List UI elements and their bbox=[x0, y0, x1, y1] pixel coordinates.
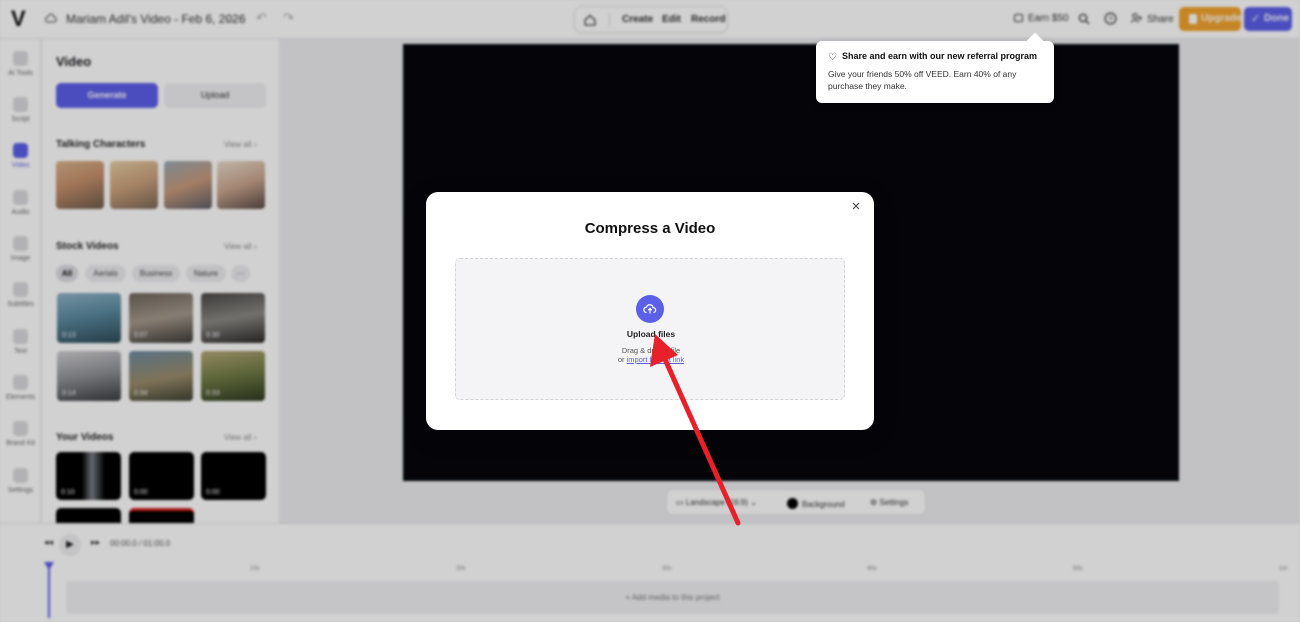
referral-tooltip[interactable]: ♡ Share and earn with our new referral pr… bbox=[816, 41, 1054, 103]
tooltip-title: Share and earn with our new referral pro… bbox=[841, 51, 1038, 61]
or-text: or bbox=[617, 355, 625, 364]
tooltip-title-row: ♡ Share and earn with our new referral pr… bbox=[828, 51, 1042, 63]
modal-title: Compress a Video bbox=[584, 220, 716, 237]
drag-drop-text: Drag & drop a file bbox=[621, 346, 681, 355]
upload-button[interactable] bbox=[636, 295, 664, 323]
import-line: or import from a link bbox=[456, 355, 846, 364]
upload-dropzone[interactable]: Upload files Drag & drop a file or impor… bbox=[455, 258, 845, 400]
cloud-upload-icon bbox=[643, 304, 657, 314]
close-icon[interactable]: × bbox=[848, 199, 864, 215]
import-from-link[interactable]: import from a link bbox=[627, 355, 685, 364]
upload-files-label[interactable]: Upload files bbox=[456, 329, 846, 339]
tooltip-body: Give your friends 50% off VEED. Earn 40%… bbox=[828, 69, 1017, 91]
heart-icon: ♡ bbox=[828, 52, 837, 63]
compress-video-modal: × Compress a Video Upload files Drag & d… bbox=[426, 192, 874, 430]
